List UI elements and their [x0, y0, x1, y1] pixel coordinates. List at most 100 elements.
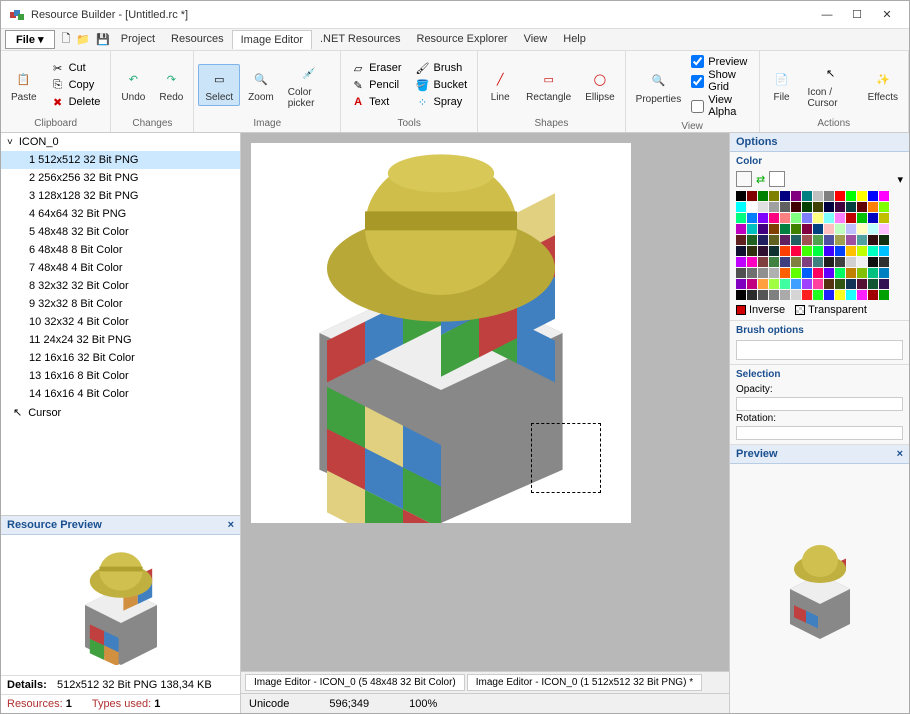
palette-cell[interactable]: [736, 279, 746, 289]
palette-cell[interactable]: [769, 213, 779, 223]
right-preview-close-button[interactable]: ×: [897, 448, 903, 460]
palette-cell[interactable]: [747, 279, 757, 289]
palette-cell[interactable]: [879, 246, 889, 256]
palette-cell[interactable]: [813, 191, 823, 201]
palette-cell[interactable]: [879, 202, 889, 212]
palette-cell[interactable]: [857, 246, 867, 256]
palette-cell[interactable]: [780, 268, 790, 278]
palette-cell[interactable]: [813, 279, 823, 289]
tree-item[interactable]: 2 256x256 32 Bit PNG: [1, 169, 240, 187]
palette-cell[interactable]: [758, 191, 768, 201]
palette-cell[interactable]: [835, 191, 845, 201]
palette-cell[interactable]: [802, 279, 812, 289]
tree-item[interactable]: 8 32x32 32 Bit Color: [1, 277, 240, 295]
palette-cell[interactable]: [780, 246, 790, 256]
palette-cell[interactable]: [747, 246, 757, 256]
palette-cell[interactable]: [824, 246, 834, 256]
preview-checkbox[interactable]: Preview: [691, 55, 752, 68]
palette-cell[interactable]: [747, 224, 757, 234]
canvas-viewport[interactable]: [241, 133, 729, 671]
palette-cell[interactable]: [791, 268, 801, 278]
tree-item[interactable]: 12 16x16 32 Bit Color: [1, 349, 240, 367]
palette-cell[interactable]: [879, 213, 889, 223]
palette-cell[interactable]: [736, 235, 746, 245]
palette-cell[interactable]: [791, 279, 801, 289]
palette-cell[interactable]: [868, 257, 878, 267]
delete-button[interactable]: ✖Delete: [47, 94, 105, 110]
transparent-flag[interactable]: Transparent: [795, 304, 867, 316]
palette-cell[interactable]: [769, 202, 779, 212]
tree-item[interactable]: 5 48x48 32 Bit Color: [1, 223, 240, 241]
icon-cursor-button[interactable]: ↖Icon / Cursor: [802, 60, 860, 111]
palette-cell[interactable]: [824, 191, 834, 201]
palette-cell[interactable]: [824, 235, 834, 245]
palette-cell[interactable]: [758, 213, 768, 223]
minimize-button[interactable]: —: [813, 5, 841, 25]
palette-cell[interactable]: [802, 202, 812, 212]
cut-button[interactable]: ✂Cut: [47, 60, 105, 76]
palette-cell[interactable]: [791, 235, 801, 245]
palette-cell[interactable]: [824, 279, 834, 289]
inverse-flag[interactable]: Inverse: [736, 304, 785, 316]
palette-cell[interactable]: [758, 257, 768, 267]
palette-cell[interactable]: [769, 191, 779, 201]
line-button[interactable]: ╱Line: [482, 65, 518, 105]
swap-colors-icon[interactable]: ⇄: [756, 173, 765, 186]
palette-cell[interactable]: [868, 191, 878, 201]
palette-cell[interactable]: [824, 257, 834, 267]
palette-cell[interactable]: [879, 191, 889, 201]
palette-cell[interactable]: [857, 202, 867, 212]
brush-button[interactable]: 🖌Brush: [412, 60, 472, 76]
palette-cell[interactable]: [846, 290, 856, 300]
palette-cell[interactable]: [736, 224, 746, 234]
tree-item[interactable]: 10 32x32 4 Bit Color: [1, 313, 240, 331]
color-picker-button[interactable]: 💉Color picker: [282, 60, 336, 111]
palette-cell[interactable]: [813, 290, 823, 300]
palette-cell[interactable]: [846, 279, 856, 289]
menu-tab-image-editor[interactable]: Image Editor: [232, 30, 312, 49]
palette-cell[interactable]: [835, 257, 845, 267]
palette-cell[interactable]: [802, 224, 812, 234]
palette-cell[interactable]: [879, 290, 889, 300]
palette-cell[interactable]: [769, 246, 779, 256]
effects-button[interactable]: ✨Effects: [862, 65, 904, 105]
palette-cell[interactable]: [846, 224, 856, 234]
tree-item[interactable]: 4 64x64 32 Bit PNG: [1, 205, 240, 223]
palette-cell[interactable]: [835, 235, 845, 245]
palette-cell[interactable]: [868, 235, 878, 245]
palette-cell[interactable]: [824, 290, 834, 300]
palette-cell[interactable]: [846, 268, 856, 278]
palette-cell[interactable]: [769, 279, 779, 289]
palette-cell[interactable]: [758, 202, 768, 212]
redo-button[interactable]: ↷Redo: [153, 65, 189, 105]
palette-cell[interactable]: [769, 290, 779, 300]
palette-cell[interactable]: [802, 257, 812, 267]
palette-cell[interactable]: [780, 257, 790, 267]
file-action-button[interactable]: 📄File: [764, 65, 800, 105]
palette-cell[interactable]: [769, 268, 779, 278]
tree-item[interactable]: 1 512x512 32 Bit PNG: [1, 151, 240, 169]
palette-cell[interactable]: [846, 191, 856, 201]
palette-cell[interactable]: [736, 268, 746, 278]
selection-marquee[interactable]: [531, 423, 601, 493]
palette-cell[interactable]: [791, 202, 801, 212]
palette-cell[interactable]: [747, 213, 757, 223]
palette-cell[interactable]: [736, 191, 746, 201]
opacity-slider[interactable]: [736, 397, 903, 411]
palette-cell[interactable]: [879, 268, 889, 278]
palette-cell[interactable]: [736, 257, 746, 267]
palette-cell[interactable]: [736, 246, 746, 256]
palette-cell[interactable]: [791, 246, 801, 256]
copy-button[interactable]: ⎘Copy: [47, 77, 105, 93]
tree-item[interactable]: 9 32x32 8 Bit Color: [1, 295, 240, 313]
palette-cell[interactable]: [813, 268, 823, 278]
palette-cell[interactable]: [857, 257, 867, 267]
eraser-button[interactable]: ▱Eraser: [347, 60, 405, 76]
palette-cell[interactable]: [758, 290, 768, 300]
palette-cell[interactable]: [780, 235, 790, 245]
resource-tree[interactable]: ˅ ICON_0 1 512x512 32 Bit PNG2 256x256 3…: [1, 133, 240, 515]
tree-root[interactable]: ˅ ICON_0: [1, 133, 240, 151]
palette-cell[interactable]: [758, 224, 768, 234]
palette-cell[interactable]: [868, 279, 878, 289]
palette-cell[interactable]: [747, 257, 757, 267]
